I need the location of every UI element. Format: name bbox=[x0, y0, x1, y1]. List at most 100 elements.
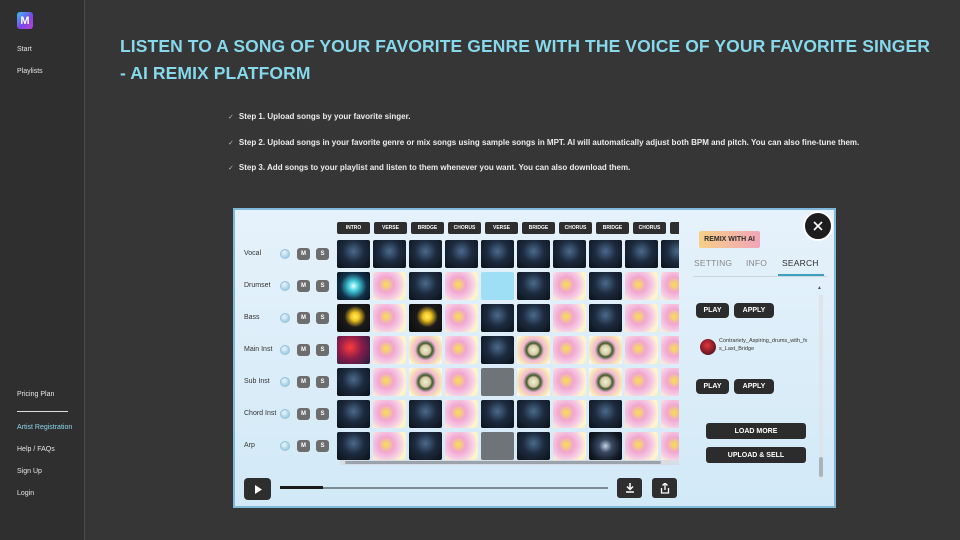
clip-tile[interactable] bbox=[517, 368, 550, 396]
clip-tile[interactable] bbox=[517, 240, 550, 268]
clip-tile[interactable] bbox=[625, 336, 658, 364]
clip-tile[interactable] bbox=[373, 304, 406, 332]
clip-tile[interactable] bbox=[337, 336, 370, 364]
clip-tile[interactable] bbox=[553, 304, 586, 332]
download-button[interactable] bbox=[617, 478, 642, 498]
track-color-toggle[interactable] bbox=[280, 281, 290, 291]
clip-tile[interactable] bbox=[481, 368, 514, 396]
solo-button[interactable]: S bbox=[316, 440, 329, 452]
clip-tile[interactable] bbox=[517, 432, 550, 460]
clip-tile[interactable] bbox=[445, 272, 478, 300]
upload-and-sell-button[interactable]: UPLOAD & SELL bbox=[706, 447, 806, 463]
clip-tile[interactable] bbox=[337, 432, 370, 460]
clip-tile[interactable] bbox=[625, 432, 658, 460]
clip-tile[interactable] bbox=[589, 336, 622, 364]
clip-tile[interactable] bbox=[445, 400, 478, 428]
track-color-toggle[interactable] bbox=[280, 249, 290, 259]
clip-tile[interactable] bbox=[409, 304, 442, 332]
app-logo[interactable]: M bbox=[17, 12, 33, 29]
play-button[interactable]: PLAY bbox=[696, 379, 729, 394]
mute-button[interactable]: M bbox=[297, 344, 310, 356]
clip-tile[interactable] bbox=[373, 432, 406, 460]
clip-tile[interactable] bbox=[553, 432, 586, 460]
track-color-toggle[interactable] bbox=[280, 441, 290, 451]
side-panel-scroll-thumb[interactable] bbox=[819, 457, 823, 477]
nav-login[interactable]: Login bbox=[17, 490, 34, 497]
clip-tile[interactable] bbox=[553, 336, 586, 364]
scroll-up-arrow-icon[interactable]: ▲ bbox=[817, 285, 822, 291]
clip-tile[interactable] bbox=[661, 432, 679, 460]
nav-playlists[interactable]: Playlists bbox=[17, 68, 43, 75]
clip-tile[interactable] bbox=[517, 304, 550, 332]
clip-tile[interactable] bbox=[409, 336, 442, 364]
clip-tile[interactable] bbox=[553, 272, 586, 300]
search-result-item[interactable]: Contrariety_Aspiring_drums_with_fxs_Last… bbox=[700, 337, 810, 357]
nav-help-faqs[interactable]: Help / FAQs bbox=[17, 446, 55, 453]
clip-tile[interactable] bbox=[481, 240, 514, 268]
clip-tile[interactable] bbox=[661, 304, 679, 332]
nav-start[interactable]: Start bbox=[17, 46, 32, 53]
horizontal-scrollbar[interactable] bbox=[340, 460, 679, 465]
clip-tile[interactable] bbox=[409, 240, 442, 268]
clip-tile[interactable] bbox=[445, 432, 478, 460]
clip-tile[interactable] bbox=[517, 400, 550, 428]
solo-button[interactable]: S bbox=[316, 248, 329, 260]
solo-button[interactable]: S bbox=[316, 280, 329, 292]
clip-tile[interactable] bbox=[625, 304, 658, 332]
clip-tile[interactable] bbox=[337, 304, 370, 332]
clip-tile[interactable] bbox=[481, 272, 514, 300]
tab-setting[interactable]: SETTING bbox=[694, 258, 732, 268]
track-color-toggle[interactable] bbox=[280, 313, 290, 323]
clip-tile[interactable] bbox=[373, 368, 406, 396]
clip-tile[interactable] bbox=[589, 432, 622, 460]
apply-button[interactable]: APPLY bbox=[734, 379, 774, 394]
solo-button[interactable]: S bbox=[316, 312, 329, 324]
clip-tile[interactable] bbox=[409, 400, 442, 428]
remix-with-ai-badge[interactable]: REMIX WITH AI bbox=[699, 231, 760, 248]
clip-tile[interactable] bbox=[553, 400, 586, 428]
clip-tile[interactable] bbox=[517, 272, 550, 300]
clip-tile[interactable] bbox=[625, 400, 658, 428]
track-color-toggle[interactable] bbox=[280, 409, 290, 419]
mute-button[interactable]: M bbox=[297, 440, 310, 452]
solo-button[interactable]: S bbox=[316, 344, 329, 356]
clip-tile[interactable] bbox=[589, 272, 622, 300]
play-button[interactable] bbox=[244, 478, 271, 500]
clip-tile[interactable] bbox=[337, 240, 370, 268]
clip-tile[interactable] bbox=[481, 400, 514, 428]
clip-tile[interactable] bbox=[625, 272, 658, 300]
track-color-toggle[interactable] bbox=[280, 377, 290, 387]
clip-tile[interactable] bbox=[589, 240, 622, 268]
clip-tile[interactable] bbox=[481, 336, 514, 364]
nav-pricing-plan[interactable]: Pricing Plan bbox=[17, 391, 54, 398]
clip-tile[interactable] bbox=[661, 336, 679, 364]
close-button[interactable] bbox=[803, 211, 833, 241]
play-button[interactable]: PLAY bbox=[696, 303, 729, 318]
mute-button[interactable]: M bbox=[297, 280, 310, 292]
clip-tile[interactable] bbox=[481, 432, 514, 460]
tab-info[interactable]: INFO bbox=[746, 258, 767, 268]
clip-tile[interactable] bbox=[409, 368, 442, 396]
apply-button[interactable]: APPLY bbox=[734, 303, 774, 318]
mute-button[interactable]: M bbox=[297, 376, 310, 388]
track-color-toggle[interactable] bbox=[280, 345, 290, 355]
clip-tile[interactable] bbox=[409, 432, 442, 460]
solo-button[interactable]: S bbox=[316, 376, 329, 388]
clip-tile[interactable] bbox=[661, 368, 679, 396]
clip-tile[interactable] bbox=[589, 400, 622, 428]
clip-tile[interactable] bbox=[661, 240, 679, 268]
clip-tile[interactable] bbox=[625, 240, 658, 268]
clip-tile[interactable] bbox=[373, 336, 406, 364]
tab-search[interactable]: SEARCH bbox=[782, 258, 819, 268]
clip-tile[interactable] bbox=[337, 272, 370, 300]
load-more-button[interactable]: LOAD MORE bbox=[706, 423, 806, 439]
clip-tile[interactable] bbox=[373, 240, 406, 268]
clip-tile[interactable] bbox=[589, 368, 622, 396]
clip-tile[interactable] bbox=[445, 304, 478, 332]
clip-tile[interactable] bbox=[661, 272, 679, 300]
clip-tile[interactable] bbox=[445, 336, 478, 364]
clip-tile[interactable] bbox=[553, 368, 586, 396]
clip-tile[interactable] bbox=[445, 368, 478, 396]
playback-progress-bar[interactable] bbox=[280, 486, 608, 489]
mute-button[interactable]: M bbox=[297, 312, 310, 324]
